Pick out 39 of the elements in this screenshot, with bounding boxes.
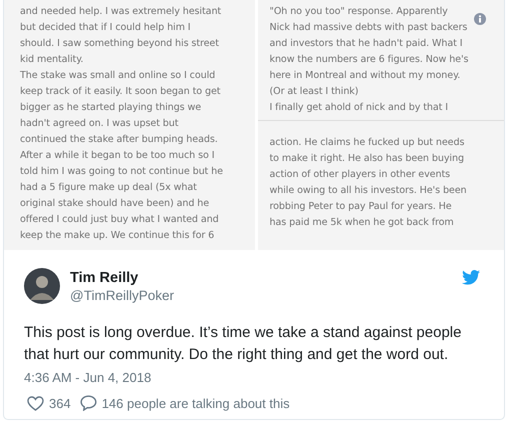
note-line: while owing to all his investors. He's been — [270, 184, 467, 198]
like-count[interactable]: 364 — [49, 396, 71, 410]
note-line: keep the make up. We continue this for 6 — [20, 229, 214, 243]
note-line: The stake was small and online so I could — [20, 69, 216, 83]
note-line: continued the stake after bumping heads. — [20, 133, 218, 147]
note-line: (Or at least I think) — [270, 85, 358, 99]
note-line: I finally get ahold of nick and by that I — [270, 101, 448, 115]
note-line: action. He claims he fucked up but needs — [270, 136, 464, 150]
note-line: bigger as he started playing things we — [20, 101, 202, 115]
note-line: but decided that if I could help him I — [20, 21, 191, 35]
note-line: here in Montreal and without my money. — [270, 69, 460, 83]
note-line: "Oh no you too" response. Apparently — [270, 5, 448, 19]
note-line: and investors that he hadn't paid. What I — [270, 37, 462, 51]
note-line: has paid me 5k when he got back from — [270, 216, 454, 230]
note-line: offered I could just buy what I wanted and — [20, 213, 219, 227]
avatar[interactable] — [24, 268, 60, 304]
author-name[interactable]: Tim Reilly — [70, 268, 174, 286]
bird-icon[interactable] — [462, 270, 480, 285]
speech-bubble-icon[interactable] — [80, 395, 97, 411]
conversation-link[interactable]: 146 people are talking about this — [102, 396, 290, 410]
note-line: had a 5 figure make up deal (5x what — [20, 181, 197, 195]
note-line: kid mentality. — [20, 53, 84, 67]
note-line: should. I saw something beyond his street — [20, 37, 219, 51]
note-line: original stake should have been) and he — [20, 197, 210, 211]
tweet-text: This post is long overdue. It’s time we take a stand against people that hurt our community. Do the right thing and get the word out. — [24, 323, 462, 365]
note-line: told him I was going to not continue but he — [20, 165, 223, 179]
note-line: know the numbers are 6 figures. Now he's — [270, 53, 468, 67]
note-line: Nick had massive debts with past backers — [270, 21, 468, 35]
note-line: to make it right. He also has been buying — [270, 152, 464, 166]
note-line: After a while it began to be too much so I — [20, 149, 214, 163]
note-line: robbing Peter to pay Paul for years. He — [270, 200, 452, 214]
timestamp-link[interactable]: 4:36 AM - Jun 4, 2018 — [24, 370, 152, 385]
note-line: action of other players in other events — [270, 168, 450, 182]
note-line: hadn't agreed on. I was upset but — [20, 117, 178, 131]
heart-icon[interactable] — [27, 396, 44, 410]
note-line: and needed help. I was extremely hesitant — [20, 5, 222, 19]
note-line: keep track of it easily. It soon began to get — [20, 85, 220, 99]
author-handle[interactable]: @TimReillyPoker — [70, 286, 174, 304]
info-icon — [474, 13, 486, 25]
